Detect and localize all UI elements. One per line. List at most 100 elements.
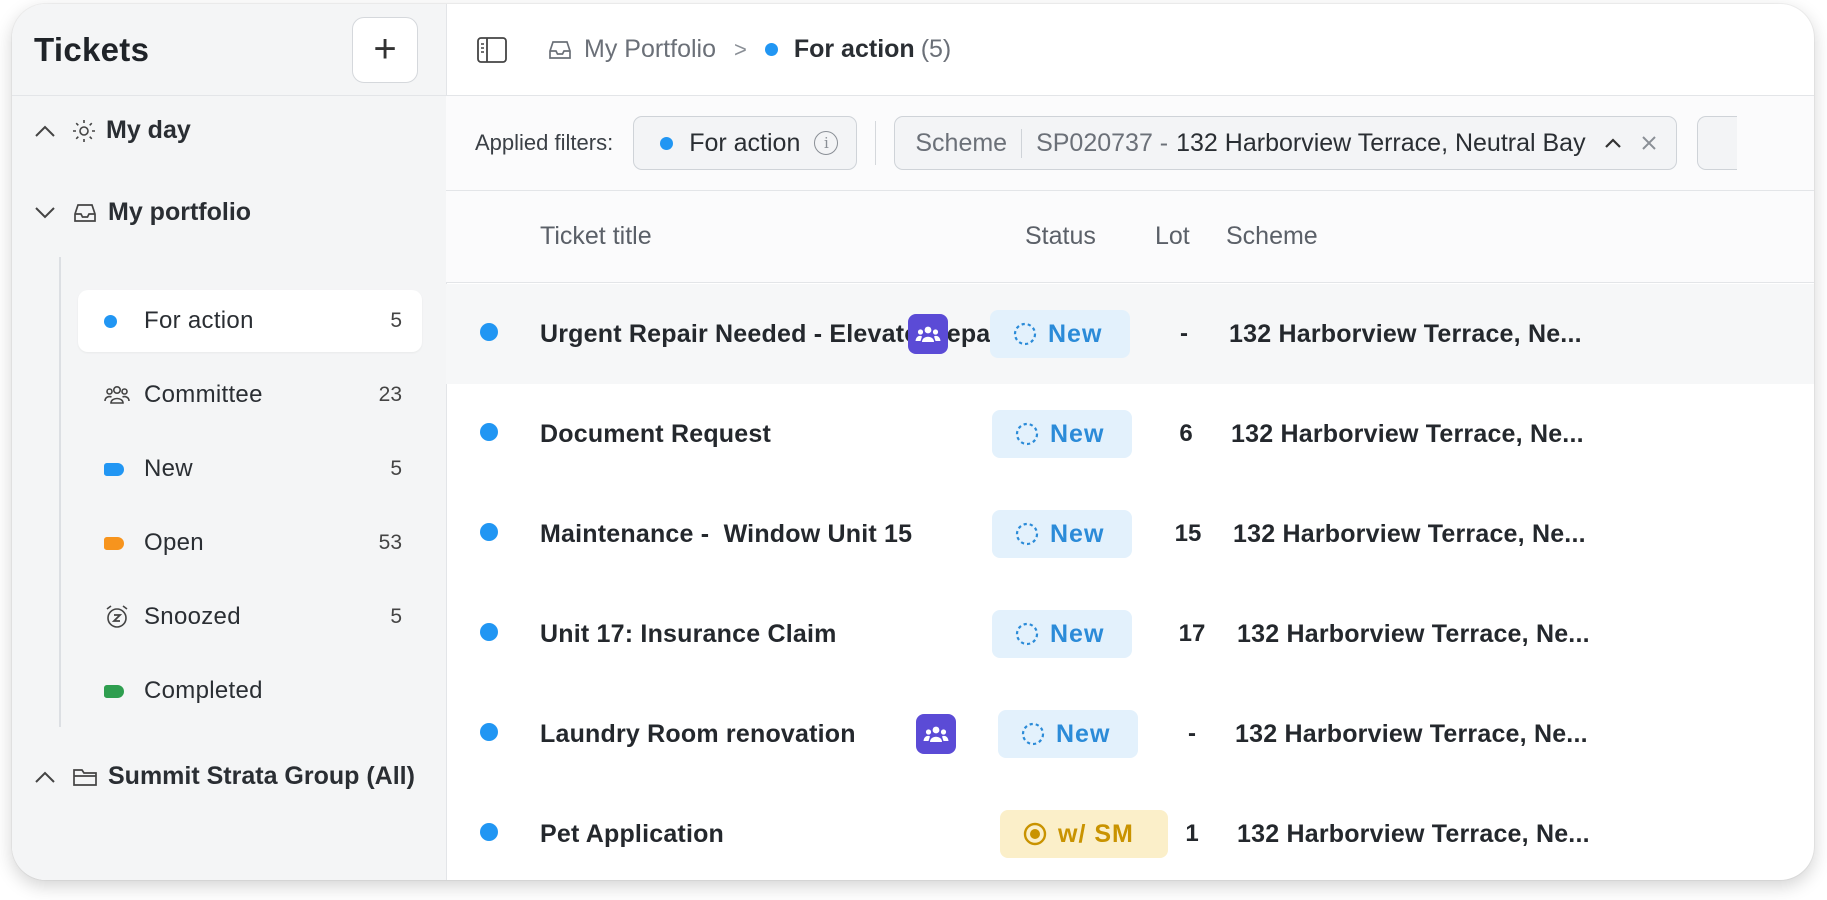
- column-header-lot[interactable]: Lot: [1155, 222, 1190, 251]
- sidebar-title: Tickets: [34, 30, 150, 68]
- sidebar: Tickets + My day My portfolio For action…: [12, 4, 447, 880]
- sidebar-item-count: 5: [390, 457, 402, 480]
- table-row[interactable]: Laundry Room renovation New - 132 Harbor…: [446, 684, 1814, 784]
- applied-filters-label: Applied filters:: [475, 130, 614, 155]
- sidebar-item-label: Completed: [144, 677, 263, 704]
- divider: [875, 121, 877, 165]
- status-target-icon: [1022, 821, 1048, 847]
- folder-icon: [72, 766, 98, 788]
- group-my-portfolio[interactable]: My portfolio: [34, 198, 251, 227]
- add-ticket-button[interactable]: +: [352, 16, 418, 83]
- group-summit-strata[interactable]: Summit Strata Group (All): [34, 762, 415, 791]
- table-row[interactable]: Unit 17: Insurance Claim New 17 132 Harb…: [446, 584, 1814, 684]
- sidebar-item-for-action[interactable]: For action 5: [78, 290, 422, 352]
- unread-dot-icon: [480, 822, 498, 846]
- ticket-title: Laundry Room renovation: [540, 719, 856, 748]
- chevron-up-icon: [34, 770, 62, 784]
- scheme-value: 132 Harborview Terrace, Ne...: [1235, 719, 1588, 748]
- chevron-up-icon: [34, 124, 62, 138]
- group-my-day[interactable]: My day: [34, 116, 191, 145]
- sidebar-item-count: 5: [390, 605, 402, 628]
- orange-tag-icon: [104, 536, 130, 550]
- unread-dot-icon: [480, 522, 498, 546]
- sidebar-header: Tickets +: [12, 4, 446, 96]
- sidebar-item-count: 23: [378, 383, 402, 406]
- status-label: w/ SM: [1058, 819, 1134, 848]
- breadcrumb-count: (5): [920, 35, 952, 63]
- sidebar-item-label: New: [144, 455, 193, 482]
- ticket-title: Pet Application: [540, 819, 725, 848]
- table-header: Ticket title Status Lot Scheme: [446, 191, 1814, 283]
- breadcrumb-portfolio[interactable]: My Portfolio: [584, 35, 716, 64]
- scheme-value: 132 Harborview Terrace, Ne...: [1229, 319, 1582, 348]
- status-new-icon: [1014, 621, 1040, 647]
- sidebar-item-committee[interactable]: Committee 23: [78, 364, 422, 426]
- sidebar-toggle-icon[interactable]: [476, 36, 508, 64]
- status-label: New: [1050, 519, 1105, 548]
- scheme-value: 132 Harborview Terrace, Ne...: [1237, 619, 1590, 648]
- table-row[interactable]: Maintenance - Window Unit 15 New 15 132 …: [446, 484, 1814, 584]
- status-new-icon: [1020, 721, 1046, 747]
- close-icon[interactable]: [1640, 128, 1658, 159]
- sidebar-item-new[interactable]: New 5: [78, 438, 422, 500]
- filter-chip-scheme[interactable]: Scheme SP020737 - 132 Harborview Terrace…: [894, 116, 1677, 170]
- sidebar-item-open[interactable]: Open 53: [78, 512, 422, 574]
- column-header-title[interactable]: Ticket title: [540, 222, 652, 251]
- committee-team-icon: [908, 314, 948, 354]
- sidebar-item-completed[interactable]: Completed: [78, 660, 422, 722]
- unread-dot-icon: [480, 322, 498, 346]
- tree-line: [59, 257, 61, 727]
- committee-team-icon: [916, 714, 956, 754]
- filter-chip-label: For action: [689, 128, 801, 157]
- breadcrumb-current: For action: [793, 35, 915, 63]
- ticket-title: Unit 17: Insurance Claim: [540, 619, 837, 648]
- sidebar-item-count: 53: [378, 531, 402, 554]
- snooze-alarm-icon: [104, 604, 130, 630]
- table-row[interactable]: Pet Application w/ SM 1 132 Harborview T…: [446, 784, 1814, 880]
- green-tag-icon: [104, 684, 130, 698]
- scheme-value: 132 Harborview Terrace, Ne...: [1233, 519, 1586, 548]
- filter-chip-value: 132 Harborview Terrace, Neutral Bay: [1176, 128, 1586, 157]
- lot-value: 17: [1178, 620, 1206, 647]
- column-header-status[interactable]: Status: [1025, 222, 1096, 251]
- status-badge: New: [992, 610, 1132, 658]
- breadcrumb-separator: >: [733, 36, 747, 62]
- blue-dot-icon: [660, 136, 674, 150]
- status-label: New: [1048, 319, 1103, 348]
- group-label: Summit Strata Group (All): [108, 762, 415, 790]
- sidebar-item-label: Committee: [144, 381, 263, 408]
- status-new-icon: [1012, 321, 1038, 347]
- inbox-icon: [72, 201, 98, 225]
- sidebar-item-label: Open: [144, 529, 204, 556]
- inbox-icon: [546, 38, 574, 62]
- ticket-title: Document Request: [540, 419, 772, 448]
- chevron-down-icon: [34, 206, 62, 220]
- sidebar-item-snoozed[interactable]: Snoozed 5: [78, 586, 422, 648]
- applied-filters-bar: Applied filters: For action i Scheme SP0…: [446, 96, 1814, 191]
- sidebar-item-label: For action: [144, 307, 254, 334]
- status-badge: New: [992, 510, 1132, 558]
- sidebar-item-count: 5: [390, 309, 402, 332]
- scheme-value: 132 Harborview Terrace, Ne...: [1231, 419, 1584, 448]
- chevron-up-icon[interactable]: [1604, 132, 1622, 155]
- sun-icon: [72, 119, 96, 143]
- status-new-icon: [1014, 421, 1040, 447]
- blue-dot-icon: [764, 43, 778, 56]
- ticket-title: Maintenance - Window Unit 15: [540, 519, 913, 548]
- unread-dot-icon: [480, 422, 498, 446]
- sidebar-item-label: Snoozed: [144, 603, 241, 630]
- table-row[interactable]: Document Request New 6 132 Harborview Te…: [446, 384, 1814, 484]
- table-row[interactable]: Urgent Repair Needed - Elevator repair N…: [446, 284, 1814, 384]
- people-icon: [104, 384, 130, 406]
- unread-dot-icon: [480, 722, 498, 746]
- column-header-scheme[interactable]: Scheme: [1226, 222, 1318, 251]
- group-label: My portfolio: [108, 198, 252, 226]
- status-badge: w/ SM: [1000, 810, 1168, 858]
- filter-chip-for-action[interactable]: For action i: [633, 116, 858, 170]
- filter-chip-key: Scheme: [915, 128, 1023, 158]
- status-label: New: [1050, 619, 1105, 648]
- status-label: New: [1056, 719, 1111, 748]
- filter-chip-more[interactable]: [1696, 116, 1737, 170]
- status-badge: New: [990, 310, 1130, 358]
- info-icon[interactable]: i: [814, 131, 839, 155]
